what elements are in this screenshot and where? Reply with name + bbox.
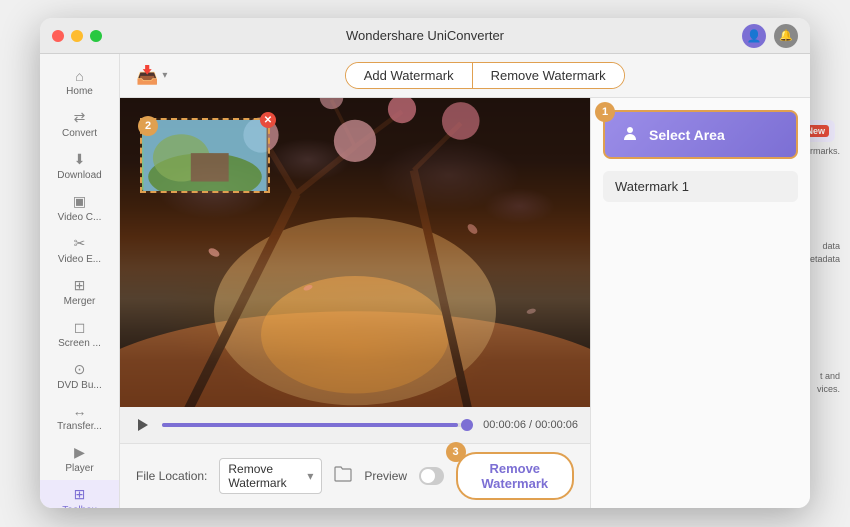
close-button[interactable]: [52, 30, 64, 42]
sidebar-item-transfer[interactable]: ↔ Transfer...: [40, 397, 119, 438]
selection-area[interactable]: ✕: [140, 118, 270, 193]
file-bar: File Location: Remove Watermark ▾ Previe…: [120, 443, 590, 508]
sidebar-item-dvd[interactable]: ⊙ DVD Bu...: [40, 355, 119, 397]
watermark-list-item-1[interactable]: Watermark 1: [603, 171, 798, 202]
convert-icon: ⇄: [74, 109, 86, 126]
user-icon[interactable]: 👤: [742, 24, 766, 48]
sidebar-item-video-comp[interactable]: ▣ Video C...: [40, 187, 119, 229]
progress-thumb: [461, 419, 473, 431]
select-area-icon: [621, 124, 639, 145]
step-1-badge: 1: [595, 102, 615, 122]
video-area: ✕ 2: [120, 98, 590, 508]
folder-browse-button[interactable]: [334, 466, 352, 487]
file-location-select[interactable]: Remove Watermark ▾: [219, 458, 322, 494]
sidebar-item-video-edit[interactable]: ✂ Video E...: [40, 229, 119, 271]
import-chevron: ▾: [162, 70, 167, 81]
bell-icon[interactable]: 🔔: [774, 24, 798, 48]
step-2-badge: 2: [138, 116, 158, 136]
titlebar: Wondershare UniConverter 👤 🔔: [40, 18, 810, 54]
progress-fill: [162, 423, 458, 427]
sidebar-item-toolbox[interactable]: ⊞ Toolbox: [40, 480, 119, 508]
remove-selection-button[interactable]: ✕: [260, 112, 276, 128]
merger-icon: ⊞: [74, 277, 86, 294]
sidebar-item-convert[interactable]: ⇄ Convert: [40, 103, 119, 145]
minimize-button[interactable]: [71, 30, 83, 42]
remove-button-wrapper: 3 Remove Watermark: [456, 452, 575, 500]
import-icon: 📥: [136, 65, 158, 86]
step-3-badge: 3: [446, 442, 466, 462]
watermark-tabs: Add Watermark Remove Watermark: [345, 62, 625, 89]
play-button[interactable]: [132, 415, 152, 435]
thumbnail-preview: [142, 120, 268, 191]
import-button[interactable]: 📥 ▾: [136, 65, 167, 86]
sidebar-label-transfer: Transfer...: [57, 421, 102, 432]
select-area-button[interactable]: Select Area: [603, 110, 798, 159]
video-controls: 00:00:06 / 00:00:06: [120, 407, 590, 443]
video-container: ✕ 2: [120, 98, 590, 407]
remove-watermark-button[interactable]: Remove Watermark: [456, 452, 575, 500]
sidebar-label-video-comp: Video C...: [58, 212, 102, 223]
transfer-icon: ↔: [73, 403, 87, 419]
watermark-header: 📥 ▾ Add Watermark Remove Watermark: [120, 54, 810, 98]
tab-add-watermark[interactable]: Add Watermark: [346, 63, 473, 88]
home-icon: ⌂: [75, 68, 83, 84]
toggle-knob: [421, 469, 435, 483]
screen-icon: ◻: [74, 319, 86, 336]
preview-toggle[interactable]: [419, 467, 443, 485]
sidebar: ⌂ Home ⇄ Convert ⬇ Download ▣ Video C...…: [40, 54, 120, 508]
sidebar-label-toolbox: Toolbox: [62, 505, 96, 508]
download-icon: ⬇: [74, 151, 86, 168]
sidebar-label-convert: Convert: [62, 128, 97, 139]
sidebar-label-video-edit: Video E...: [58, 254, 101, 265]
sidebar-label-download: Download: [57, 170, 101, 181]
sidebar-item-player[interactable]: ▶ Player: [40, 438, 119, 480]
dropdown-chevron-icon: ▾: [307, 469, 313, 483]
video-comp-icon: ▣: [73, 193, 86, 210]
video-edit-icon: ✂: [74, 235, 86, 252]
sidebar-item-merger[interactable]: ⊞ Merger: [40, 271, 119, 313]
player-icon: ▶: [74, 444, 85, 461]
sidebar-item-home[interactable]: ⌂ Home: [40, 62, 119, 103]
maximize-button[interactable]: [90, 30, 102, 42]
file-location-label: File Location:: [136, 469, 207, 483]
sidebar-label-home: Home: [66, 86, 93, 97]
window-title: Wondershare UniConverter: [346, 28, 504, 43]
video-background: ✕ 2: [120, 98, 590, 407]
select-area-wrapper: 1 Select Area: [603, 110, 798, 171]
sidebar-label-screen: Screen ...: [58, 338, 101, 349]
right-panel: 1 Select Area W: [590, 98, 810, 508]
sidebar-label-player: Player: [65, 463, 93, 474]
dvd-icon: ⊙: [74, 361, 86, 378]
file-location-value: Remove Watermark: [228, 462, 301, 490]
time-separator: /: [529, 419, 532, 431]
preview-label: Preview: [364, 469, 407, 483]
progress-bar[interactable]: [162, 423, 473, 427]
sidebar-item-download[interactable]: ⬇ Download: [40, 145, 119, 187]
select-area-label: Select Area: [649, 127, 725, 143]
toolbox-icon: ⊞: [74, 486, 86, 503]
sidebar-label-merger: Merger: [64, 296, 96, 307]
sidebar-label-dvd: DVD Bu...: [57, 380, 101, 391]
tab-remove-watermark[interactable]: Remove Watermark: [473, 63, 624, 88]
current-time: 00:00:06 / 00:00:06: [483, 419, 578, 431]
sidebar-item-screen[interactable]: ◻ Screen ...: [40, 313, 119, 355]
